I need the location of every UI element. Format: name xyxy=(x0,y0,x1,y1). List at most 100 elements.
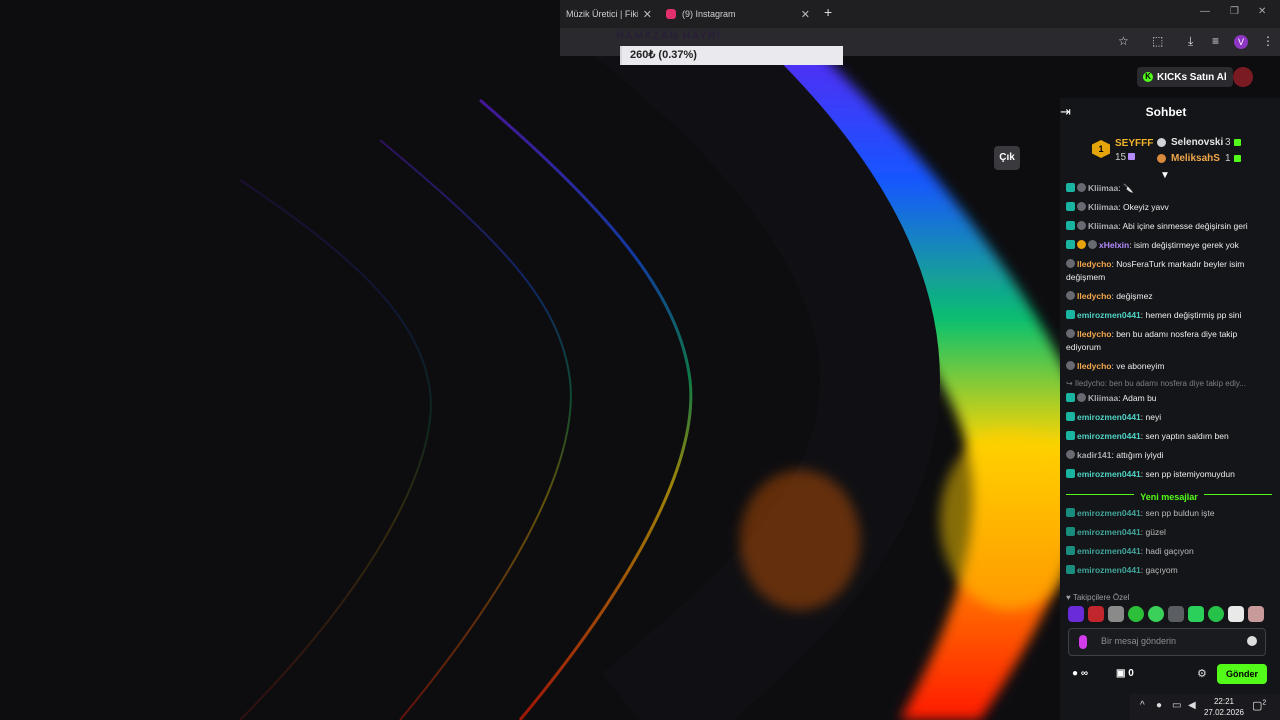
chat-message: Kliimaa: 🔪 xyxy=(1066,182,1272,195)
chat-message: Iledycho: ben bu adamı nosfera diye taki… xyxy=(1066,328,1272,354)
reply-preview[interactable]: ↪ Iledycho: ben bu adamı nosfera diye ta… xyxy=(1066,379,1272,388)
emote-icon[interactable] xyxy=(1228,606,1244,622)
chat-text: : değişmez xyxy=(1111,291,1153,301)
chat-username[interactable]: Iledycho xyxy=(1077,259,1111,269)
chat-username[interactable]: Kliimaa xyxy=(1088,221,1118,231)
buy-kicks-button[interactable]: K KICKs Satın Al xyxy=(1137,67,1233,87)
chat-username[interactable]: xHelxin xyxy=(1099,240,1129,250)
emote-icon[interactable] xyxy=(1068,606,1084,622)
points-icon: ● xyxy=(1072,668,1079,679)
donation-progress-fill xyxy=(620,46,623,65)
chat-username[interactable]: kadir141 xyxy=(1077,450,1112,460)
emote-icon[interactable] xyxy=(1188,606,1204,622)
restore-icon[interactable]: ❐ xyxy=(1230,6,1239,17)
chat-text: : güzel xyxy=(1140,527,1166,537)
menu-icon[interactable]: ⋮ xyxy=(1262,34,1274,48)
og-badge-icon xyxy=(1066,291,1075,300)
chat-text: : Adam bu xyxy=(1118,393,1157,403)
subscriber-badge-icon xyxy=(1066,469,1075,478)
emote-icon[interactable] xyxy=(1128,606,1144,622)
leader-first-name[interactable]: SEYFFF xyxy=(1115,138,1153,149)
og-badge-icon xyxy=(1066,259,1075,268)
tab-title: (9) Instagram xyxy=(682,9,736,19)
chat-message: Kliimaa: Okeyiz yavv xyxy=(1066,201,1272,214)
media-icon[interactable]: ≡ xyxy=(1212,34,1219,48)
chat-message: emirozmen0441: sen pp buldun işte xyxy=(1066,507,1272,520)
subscriber-badge-icon xyxy=(1066,431,1075,440)
chat-text: : Okeyiz yavv xyxy=(1118,202,1169,212)
tab-muzik[interactable]: Müzik Üretici | Fikir ✕ xyxy=(566,2,658,26)
emote-icon[interactable] xyxy=(1108,606,1124,622)
chat-text: : sen pp buldun işte xyxy=(1140,508,1215,518)
subscriber-badge-icon xyxy=(1066,565,1075,574)
profile-avatar[interactable]: V xyxy=(1234,35,1248,49)
chat-settings-icon[interactable]: ⚙ xyxy=(1197,667,1207,680)
leader-third-name[interactable]: MeliksahS xyxy=(1171,153,1220,164)
chat-username[interactable]: emirozmen0441 xyxy=(1077,527,1141,537)
chat-username[interactable]: Iledycho xyxy=(1077,291,1111,301)
expand-leaderboard-icon[interactable]: ▼ xyxy=(1160,170,1170,181)
chat-username[interactable]: emirozmen0441 xyxy=(1077,431,1141,441)
chat-username[interactable]: Iledycho xyxy=(1077,329,1111,339)
chat-username[interactable]: Iledycho xyxy=(1077,361,1111,371)
gifter-badge-icon xyxy=(1077,240,1086,249)
emote-icon[interactable] xyxy=(1088,606,1104,622)
chat-message: Iledycho: değişmez xyxy=(1066,290,1272,303)
chat-username[interactable]: emirozmen0441 xyxy=(1077,508,1141,518)
emote-icon[interactable] xyxy=(1168,606,1184,622)
subscriber-badge-icon xyxy=(1066,527,1075,536)
leader-second-name[interactable]: Selenovski xyxy=(1171,137,1223,148)
chat-input[interactable]: Bir mesaj gönderin xyxy=(1068,628,1266,656)
send-button[interactable]: Gönder xyxy=(1217,664,1267,684)
tab-instagram[interactable]: (9) Instagram ✕ xyxy=(666,2,816,26)
notification-icon[interactable]: ▢2 xyxy=(1252,699,1266,712)
emoji-icon[interactable] xyxy=(1247,636,1257,646)
chat-username[interactable]: Kliimaa xyxy=(1088,183,1118,193)
chat-message: emirozmen0441: neyi xyxy=(1066,411,1272,424)
chevron-up-icon[interactable]: ^ xyxy=(1140,700,1145,711)
chat-text: : sen yaptın saldım ben xyxy=(1140,431,1229,441)
chat-username[interactable]: emirozmen0441 xyxy=(1077,310,1141,320)
og-badge-icon xyxy=(1066,450,1075,459)
subscriber-badge-icon xyxy=(1066,183,1075,192)
extensions-icon[interactable]: ⬚ xyxy=(1152,34,1163,48)
og-badge-icon xyxy=(1077,221,1086,230)
emote-icon[interactable] xyxy=(1148,606,1164,622)
chat-message: Iledycho: NosFeraTurk markadır beyler is… xyxy=(1066,258,1272,284)
gifts-display[interactable]: ▣ 0 xyxy=(1116,668,1134,679)
close-icon[interactable]: ✕ xyxy=(643,8,652,21)
subscriber-badge-icon xyxy=(1066,202,1075,211)
minimize-icon[interactable]: — xyxy=(1200,6,1210,17)
new-tab-button[interactable]: + xyxy=(824,4,832,20)
donation-amount: 260₺ (0.37%) xyxy=(630,49,697,61)
chat-username[interactable]: emirozmen0441 xyxy=(1077,412,1141,422)
rank-3-icon xyxy=(1157,154,1166,163)
chat-message: emirozmen0441: sen yaptın saldım ben xyxy=(1066,430,1272,443)
points-display[interactable]: ● ∞ xyxy=(1072,668,1088,679)
volume-icon[interactable]: ◀ xyxy=(1188,700,1196,711)
gift-icon: ▣ xyxy=(1116,668,1126,679)
browser-tab-bar: Müzik Üretici | Fikir ✕ (9) Instagram ✕ xyxy=(560,0,1280,28)
close-icon[interactable]: ✕ xyxy=(801,8,810,21)
user-avatar[interactable] xyxy=(1233,67,1253,87)
emote-icon[interactable] xyxy=(1208,606,1224,622)
close-window-icon[interactable]: ✕ xyxy=(1258,6,1266,17)
clock-date: 27.02.2026 xyxy=(1203,708,1245,717)
gift-icon xyxy=(1234,155,1241,162)
chat-username[interactable]: emirozmen0441 xyxy=(1077,546,1141,556)
chat-username[interactable]: emirozmen0441 xyxy=(1077,469,1141,479)
download-icon[interactable]: ⤓ xyxy=(1188,34,1193,49)
chat-text: : 🔪 xyxy=(1118,183,1134,193)
exit-button[interactable]: Çık xyxy=(994,146,1020,170)
chat-username[interactable]: emirozmen0441 xyxy=(1077,565,1141,575)
chat-username[interactable]: Kliimaa xyxy=(1088,393,1118,403)
star-icon[interactable]: ☆ xyxy=(1118,34,1129,48)
microphone-icon[interactable] xyxy=(1079,635,1087,649)
taskbar-clock[interactable]: 22:21 27.02.2026 xyxy=(1202,696,1246,718)
chat-username[interactable]: Kliimaa xyxy=(1088,202,1118,212)
network-icon[interactable]: ▭ xyxy=(1172,700,1181,711)
microphone-tray-icon[interactable]: ● xyxy=(1156,700,1162,711)
followers-only-label: ♥ Takipçilere Özel xyxy=(1066,593,1130,602)
chat-text: : neyi xyxy=(1140,412,1162,422)
emote-icon[interactable] xyxy=(1248,606,1264,622)
